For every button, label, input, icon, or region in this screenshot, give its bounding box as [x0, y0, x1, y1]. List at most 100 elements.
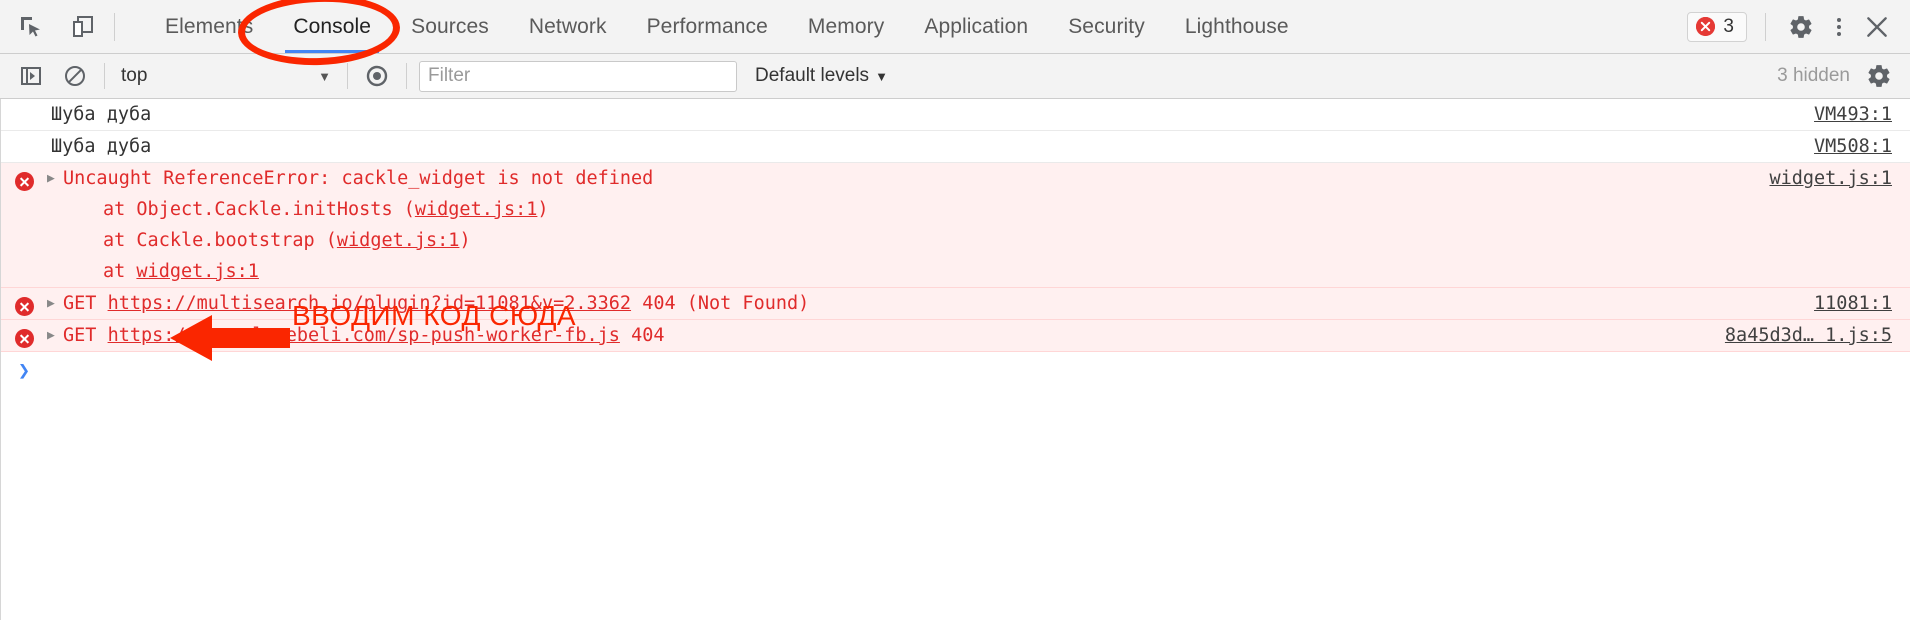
message-gutter	[1, 131, 47, 135]
stack-frame-prefix: at Object.Cackle.initHosts (	[103, 199, 415, 220]
chevron-down-icon: ▼	[875, 68, 888, 84]
show-console-sidebar-icon[interactable]	[14, 59, 48, 93]
error-count-badge[interactable]: 3	[1687, 11, 1747, 42]
message-text: GET https://formulamebeli.com/sp-push-wo…	[63, 320, 1725, 351]
error-circle-icon	[14, 297, 34, 316]
panel-tabs: Elements Console Sources Network Perform…	[145, 0, 1309, 53]
tab-console[interactable]: Console	[273, 0, 391, 53]
message-source-link[interactable]: VM508:1	[1814, 131, 1910, 162]
stack-frame-link[interactable]: widget.js:1	[415, 199, 538, 220]
close-icon[interactable]	[1860, 10, 1894, 44]
tab-label: Performance	[646, 14, 768, 38]
stack-frame-prefix: at Cackle.bootstrap (	[103, 230, 337, 251]
tab-performance[interactable]: Performance	[627, 0, 788, 53]
tab-label: Network	[528, 14, 607, 38]
error-circle-icon	[14, 172, 34, 191]
error-stack: at Object.Cackle.initHosts (widget.js:1)…	[63, 194, 1751, 287]
stack-frame-suffix: )	[537, 199, 549, 220]
console-filter-bar: top ▼ Default levels ▼ 3 hidden	[0, 54, 1910, 99]
tab-label: Console	[293, 14, 372, 38]
live-expression-icon[interactable]	[360, 59, 394, 93]
message-source-link[interactable]: 11081:1	[1814, 288, 1910, 319]
request-url[interactable]: https://formulamebeli.com/sp-push-worker…	[108, 325, 620, 346]
message-gutter	[1, 163, 47, 191]
console-prompt-row[interactable]: ❯	[1, 352, 1910, 392]
message-source-link[interactable]: widget.js:1	[1769, 163, 1910, 194]
message-text: Uncaught ReferenceError: cackle_widget i…	[63, 163, 1769, 287]
error-headline: Uncaught ReferenceError: cackle_widget i…	[63, 168, 654, 189]
console-prompt-input[interactable]	[47, 352, 1910, 388]
toolbar-divider-right	[1765, 12, 1766, 41]
stack-frame-link[interactable]: widget.js:1	[136, 261, 259, 282]
message-gutter	[1, 320, 47, 348]
message-source-link[interactable]: VM493:1	[1814, 99, 1910, 130]
message-text: GET https://multisearch.io/plugin?id=110…	[63, 288, 1814, 319]
message-text: Шуба дуба	[51, 136, 152, 157]
inspect-element-icon[interactable]	[14, 10, 48, 44]
filterbar-divider-2	[347, 63, 348, 89]
tab-application[interactable]: Application	[904, 0, 1048, 53]
tabbar-right-controls: 3	[1687, 10, 1910, 44]
console-message-network-error[interactable]: ▶ GET https://multisearch.io/plugin?id=1…	[1, 288, 1910, 320]
console-message-log[interactable]: Шуба дуба VM508:1	[1, 131, 1910, 163]
clear-console-icon[interactable]	[58, 59, 92, 93]
tab-memory[interactable]: Memory	[788, 0, 904, 53]
expand-triangle-icon[interactable]: ▶	[47, 320, 63, 351]
tab-sources[interactable]: Sources	[391, 0, 509, 53]
device-toolbar-icon[interactable]	[66, 10, 100, 44]
error-circle-icon	[14, 329, 34, 348]
filterbar-right: 3 hidden	[1777, 59, 1896, 93]
console-settings-gear-icon[interactable]	[1862, 59, 1896, 93]
tab-label: Elements	[165, 14, 254, 38]
tab-label: Sources	[411, 14, 489, 38]
stack-frame-link[interactable]: widget.js:1	[337, 230, 460, 251]
devtools-tabbar: Elements Console Sources Network Perform…	[0, 0, 1910, 54]
console-message-error[interactable]: ▶ Uncaught ReferenceError: cackle_widget…	[1, 163, 1910, 288]
gear-icon[interactable]	[1784, 10, 1818, 44]
toolbar-divider	[114, 12, 115, 41]
execution-context-selector[interactable]: top ▼	[117, 65, 335, 87]
kebab-menu-icon[interactable]	[1822, 10, 1856, 44]
tab-lighthouse[interactable]: Lighthouse	[1165, 0, 1309, 53]
error-circle-icon	[1696, 17, 1716, 36]
stack-frame-suffix: )	[459, 230, 471, 251]
http-method: GET	[63, 293, 97, 314]
log-levels-dropdown[interactable]: Default levels ▼	[755, 65, 888, 87]
console-message-network-error[interactable]: ▶ GET https://formulamebeli.com/sp-push-…	[1, 320, 1910, 352]
tab-network[interactable]: Network	[509, 0, 627, 53]
message-gutter	[1, 288, 47, 316]
hidden-messages-count: 3 hidden	[1777, 65, 1850, 86]
console-message-list: Шуба дуба VM493:1 Шуба дуба VM508:1 ▶ Un…	[0, 99, 1910, 620]
message-source-link[interactable]: 8a45d3d… 1.js:5	[1725, 320, 1910, 351]
stack-frame: at widget.js:1	[63, 256, 1751, 287]
http-status: 404 (Not Found)	[642, 293, 810, 314]
execution-context-value: top	[121, 65, 148, 86]
tabbar-left-icons	[0, 10, 100, 44]
filterbar-divider	[104, 63, 105, 89]
tab-elements[interactable]: Elements	[145, 0, 273, 53]
tab-label: Memory	[807, 14, 885, 38]
tab-label: Application	[924, 14, 1029, 38]
chevron-down-icon: ▼	[318, 68, 331, 84]
expand-triangle-icon[interactable]: ▶	[47, 288, 63, 319]
prompt-chevron-icon: ❯	[17, 358, 31, 382]
http-status: 404	[631, 325, 665, 346]
kebab-dot	[1837, 17, 1841, 22]
console-message-log[interactable]: Шуба дуба VM493:1	[1, 99, 1910, 131]
error-count-value: 3	[1723, 15, 1734, 37]
log-levels-label: Default levels	[755, 65, 870, 86]
expand-triangle-icon[interactable]: ▶	[47, 163, 63, 194]
message-gutter	[1, 99, 47, 103]
tab-label: Lighthouse	[1184, 14, 1289, 38]
stack-frame: at Cackle.bootstrap (widget.js:1)	[63, 225, 1751, 256]
message-text: Шуба дуба	[51, 104, 152, 125]
filterbar-divider-3	[406, 63, 407, 89]
tab-label: Security	[1068, 14, 1145, 38]
stack-frame: at Object.Cackle.initHosts (widget.js:1)	[63, 194, 1751, 225]
stack-frame-prefix: at	[103, 261, 137, 282]
kebab-dot	[1837, 31, 1841, 36]
kebab-dot	[1837, 24, 1841, 29]
tab-security[interactable]: Security	[1048, 0, 1165, 53]
request-url[interactable]: https://multisearch.io/plugin?id=11081&v…	[108, 293, 631, 314]
filter-input[interactable]	[419, 60, 737, 92]
